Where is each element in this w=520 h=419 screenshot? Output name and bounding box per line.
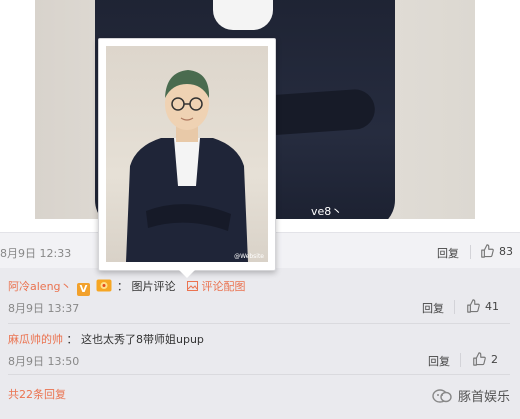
thumb-up-icon [467,299,480,313]
fan-badge-icon [96,279,112,292]
thumb-up-icon [473,352,486,366]
image-icon [187,281,199,291]
brand-name: 豚首娱乐 [457,390,510,405]
divider [8,374,510,375]
comment-1-user[interactable]: 阿冷aleng丶 [8,280,72,293]
preview-caption: @Website [234,253,264,260]
comment-list: 阿冷aleng丶 V ： 图片评论 评论配图 8月9日 13:37 回复 41 [0,268,520,419]
comment-2-text: 这也太秀了8带师姐upup [81,333,204,346]
comment-1-time: 8月9日 13:37 [8,302,80,315]
photo-watermark: ve8丶 [311,205,343,218]
comment-1-separator: ： [117,280,129,293]
popup-arrow [179,270,195,278]
vip-v-icon: V [77,283,91,296]
comment-1-content: 阿冷aleng丶 V ： 图片评论 评论配图 [8,278,510,296]
divider [470,245,471,259]
divider [454,300,455,314]
post-reply-button[interactable]: 回复 [437,245,459,261]
post-like-button[interactable]: 83 [480,244,513,258]
comment-2-meta: 8月9日 13:50 回复 2 [8,352,510,369]
comment-2-like-count: 2 [491,352,498,366]
divider [8,323,510,324]
comment-1-like-button[interactable]: 41 [466,299,499,313]
comment-1-image-link[interactable]: 评论配图 [187,280,246,293]
comment-2-like-button[interactable]: 2 [472,352,498,366]
comment-2-time: 8月9日 13:50 [8,355,80,368]
brand-logo-icon [432,388,452,403]
thumb-up-icon [481,244,494,258]
preview-photo: @Website [106,46,268,262]
comment-1-like-count: 41 [485,299,499,313]
post-time: 8月9日 12:33 [0,247,72,260]
more-replies-link[interactable]: 共22条回复 [8,388,66,401]
comment-1-image-link-label: 评论配图 [201,280,246,293]
comment-1-text: 图片评论 [131,280,176,293]
post-like-count: 83 [499,244,513,258]
brand-watermark: 豚首娱乐 [432,386,510,405]
preview-portrait [126,70,248,262]
comment-2-reply-button[interactable]: 回复 [428,353,450,369]
comment-2-user[interactable]: 麻瓜帅的帅 [8,333,63,346]
comment-2-separator: ： [66,333,78,346]
photo-shirt-shape [213,0,273,30]
comment-1-meta: 8月9日 13:37 回复 41 [8,299,510,316]
image-preview-popup[interactable]: @Website [98,38,276,278]
comment-2-content: 麻瓜帅的帅 ： 这也太秀了8带师姐upup [8,331,510,347]
divider [460,353,461,367]
comment-1-reply-button[interactable]: 回复 [422,300,444,316]
